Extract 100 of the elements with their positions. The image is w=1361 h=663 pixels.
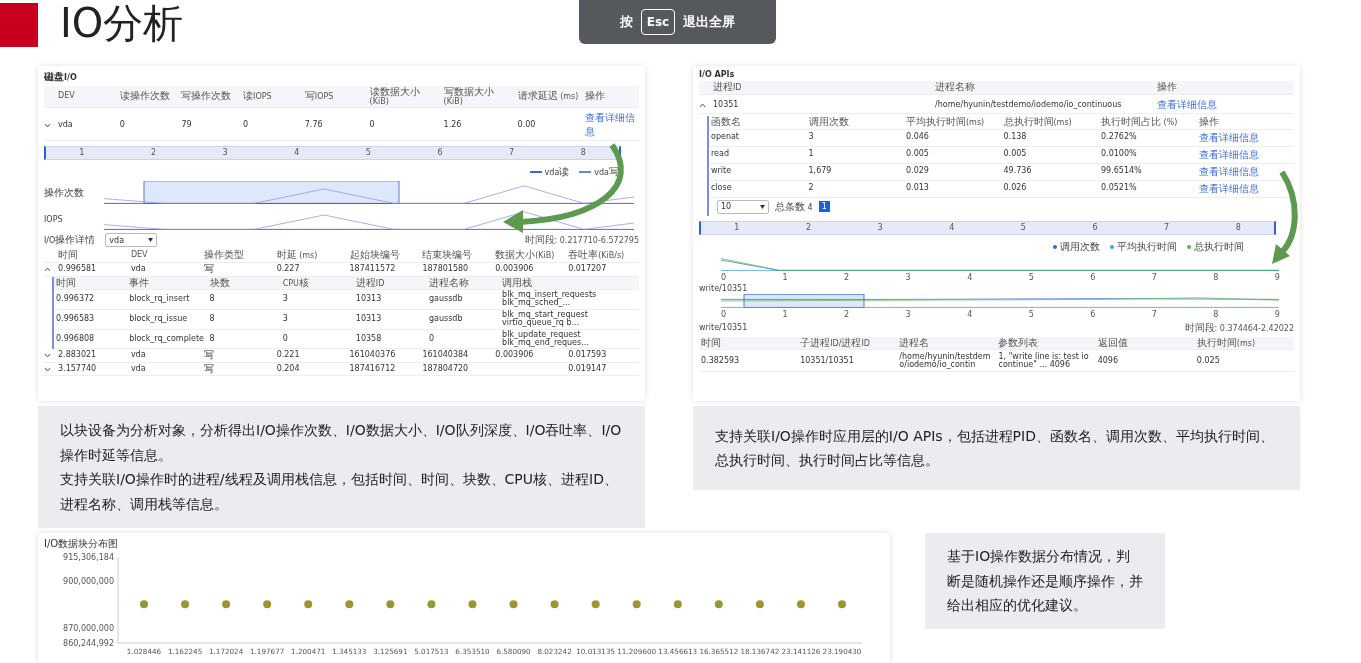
table-cell-text: block_rq_complete [128, 333, 205, 345]
axis-label: 4 [294, 149, 300, 157]
column-header[interactable]: 起始块编号 [347, 249, 421, 262]
column-header[interactable]: 执行时间(ms) [1194, 336, 1294, 349]
page-button[interactable]: 1 [818, 201, 830, 212]
column-header[interactable]: 读操作次数 [117, 90, 180, 103]
axis-label: 0 [721, 310, 727, 319]
column-header[interactable]: 返回值 [1095, 336, 1195, 349]
table-cell-text: 187411572 [348, 264, 397, 275]
axis-label: 7 [1151, 273, 1157, 282]
details-link[interactable]: 查看详细信息 [1196, 163, 1294, 180]
data-point [838, 600, 846, 609]
column-header[interactable]: 操作 [583, 90, 639, 103]
table-cell-text: read [710, 149, 730, 160]
column-header[interactable]: 操作 [1155, 81, 1294, 94]
axis-label: 4 [967, 273, 973, 282]
details-link[interactable]: 查看详细信息 [1196, 146, 1294, 163]
axis-label: 7 [1164, 223, 1170, 232]
column-header[interactable]: 读数据大小 (KiB) [367, 86, 442, 107]
panel-title: I/O APIs [699, 70, 736, 79]
chevron-up-icon[interactable] [699, 102, 706, 108]
section-title: I/O操作详情 [44, 233, 96, 247]
column-header[interactable]: 读IOPS [241, 90, 303, 103]
chevron-up-icon[interactable] [44, 266, 51, 272]
axis-label: 870,000,000 [63, 623, 114, 633]
column-header[interactable]: 参数列表 [996, 336, 1096, 349]
caret-icon [760, 204, 765, 209]
column-header[interactable]: 吞吐率(KiB/s) [566, 249, 639, 262]
chart-title: I/O数据块分布图 [44, 537, 120, 551]
column-header[interactable]: 调用次数 [806, 116, 904, 129]
page-size-select[interactable]: 10 [717, 199, 769, 214]
column-header[interactable]: 执行时间占比 (%) [1099, 116, 1197, 129]
axis-label: 5 [1028, 273, 1034, 282]
details-link[interactable]: 查看详细信息 [1155, 97, 1294, 113]
column-header[interactable]: 总执行时间(ms) [1001, 116, 1099, 129]
table-cell-text: vda [129, 264, 147, 275]
axis-label: 0 [721, 273, 727, 282]
table-cell-text: 10358 [354, 333, 383, 345]
chevron-down-icon[interactable] [44, 353, 51, 359]
details-link[interactable]: 查看详细信息 [1196, 129, 1294, 146]
column-header[interactable]: 时间 [699, 336, 799, 349]
column-header[interactable]: 时延 (ms) [274, 249, 348, 262]
table-cell-text: 79 [180, 119, 193, 131]
axis-label: 8 [580, 149, 586, 157]
column-header[interactable]: DEV [56, 91, 118, 102]
table-cell-text: 3.157740 [57, 363, 98, 375]
column-header[interactable]: 操作 [1196, 116, 1294, 129]
title-marker [0, 2, 38, 47]
table-cell-text: 4096 [1096, 356, 1119, 367]
device-select[interactable]: vda [105, 233, 158, 247]
axis-label: 900,000,000 [63, 576, 114, 586]
table-cell-text: 8 [208, 333, 216, 345]
column-header[interactable]: 请求延迟 (ms) [515, 90, 584, 103]
axis-title: 操作次数 [44, 186, 85, 200]
table-cell-text: 0 [242, 119, 250, 131]
column-header[interactable]: 进程ID [711, 81, 934, 94]
table-cell-text: 0.005 [905, 149, 930, 160]
table-cell-text: gaussdb [427, 313, 464, 325]
column-header[interactable]: 平均执行时间(ms) [904, 116, 1002, 129]
table-cell-text: 0.996808 [55, 333, 96, 345]
chevron-down-icon[interactable] [44, 122, 51, 128]
table-cell-text: block_rq_issue [128, 313, 189, 325]
table-cell-text: 写 [202, 362, 215, 376]
data-point [509, 600, 518, 609]
data-point [591, 600, 600, 609]
table-cell-text: 2 [807, 183, 815, 194]
column-header[interactable]: 时间 [56, 249, 129, 262]
table-cell-text: /home/hyunin/testdemo/iodemo/io_continuous [934, 99, 1123, 111]
details-link[interactable]: 查看详细信息 [1196, 180, 1294, 197]
column-header[interactable]: 写数据大小 (KiB) [441, 86, 516, 107]
axis-label: 8 [1213, 310, 1219, 319]
column-header[interactable]: 进程名 [897, 336, 997, 349]
column-header[interactable]: 函数名 [709, 116, 807, 129]
table-cell-text: 0.025 [1195, 356, 1221, 367]
column-header[interactable]: 操作类型 [201, 249, 275, 262]
axis-title: IOPS [44, 214, 64, 224]
data-point [345, 600, 354, 609]
column-header[interactable]: 数据大小(KiB) [493, 249, 567, 262]
details-link[interactable]: 查看详细信息 [583, 110, 639, 140]
column-header[interactable]: 进程名称 [933, 81, 1156, 94]
legend-label: 平均执行时间 [1117, 239, 1177, 254]
table-cell-text: 3 [281, 294, 289, 305]
chevron-down-icon[interactable] [44, 366, 51, 372]
axis-label: 5 [365, 149, 371, 157]
table-cell-text: 写 [202, 349, 215, 362]
axis-label: 2 [805, 223, 811, 232]
column-header[interactable]: 结束块编号 [420, 249, 494, 262]
data-point [673, 600, 682, 609]
table-cell-text: 8 [208, 294, 216, 305]
chart-title: write/10351 [699, 283, 748, 293]
timeline-bar[interactable]: 1 2 3 4 5 6 7 8 [44, 146, 621, 160]
column-header[interactable]: 写IOPS [302, 90, 368, 103]
column-header[interactable]: 写操作次数 [179, 90, 242, 103]
timeline-bar[interactable]: 1 2 3 4 5 6 7 8 [699, 220, 1276, 235]
axis-label: 3 [222, 149, 228, 157]
column-header[interactable]: DEV [128, 250, 202, 261]
column-header[interactable]: 子进程ID/进程ID [798, 336, 898, 349]
data-point [796, 600, 805, 609]
table-cell-text: 0.382593 [700, 356, 741, 367]
axis-label: 2 [844, 273, 850, 282]
